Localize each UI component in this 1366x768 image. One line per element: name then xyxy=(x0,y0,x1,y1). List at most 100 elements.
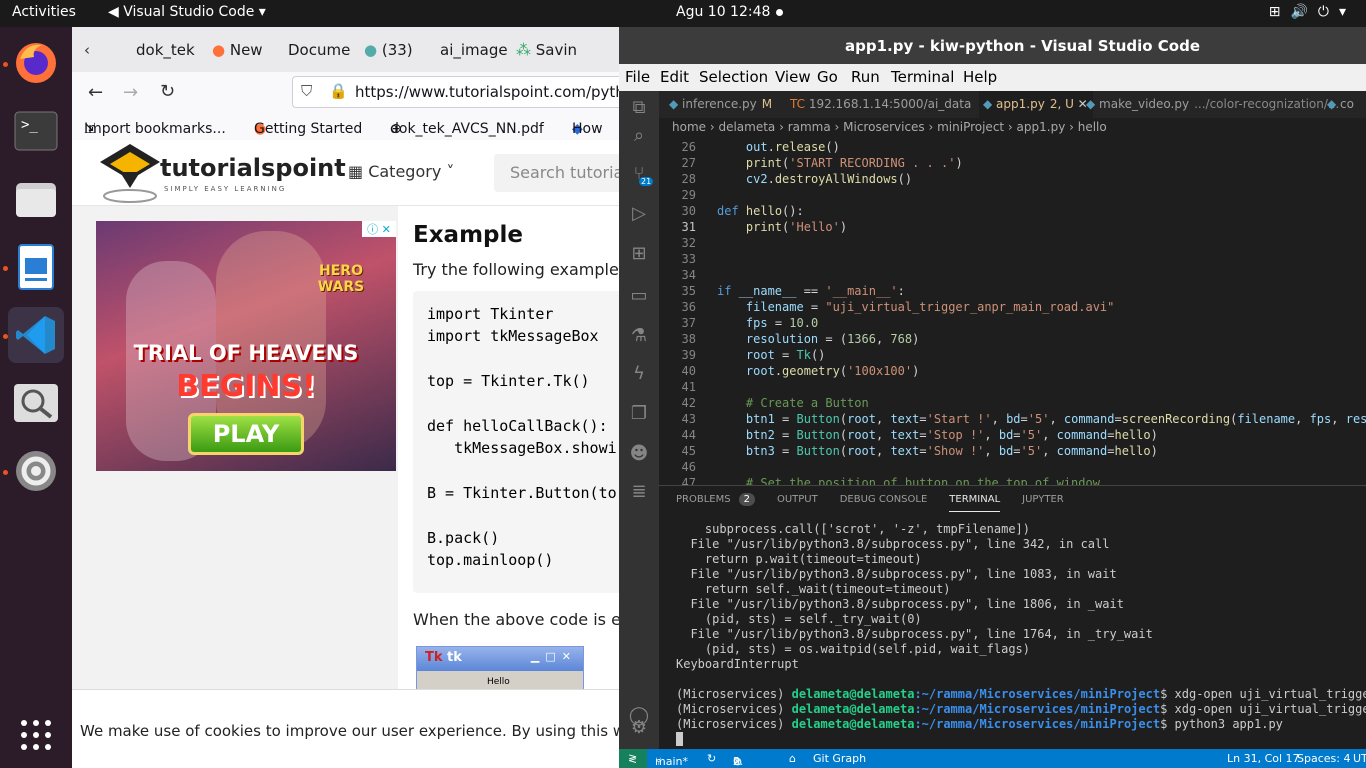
line-number: 30 xyxy=(681,204,696,218)
ad-close-icon[interactable]: ⓘ ✕ xyxy=(362,221,396,237)
screenshot-icon[interactable] xyxy=(8,375,64,431)
chevron-down-icon: ˅ xyxy=(441,162,455,181)
firefox-icon[interactable] xyxy=(8,35,64,91)
forward-arrow-icon[interactable]: → xyxy=(123,82,138,103)
reload-icon[interactable]: ↻ xyxy=(160,81,175,102)
menu-selection[interactable]: Selection xyxy=(699,68,768,86)
menu-terminal[interactable]: Terminal xyxy=(891,68,954,86)
prompt-path: :~/ramma/Microservices/miniProject xyxy=(914,702,1161,716)
app-menu[interactable]: ◀ Visual Studio Code ▾ xyxy=(108,4,266,20)
dock: >_ xyxy=(0,27,72,768)
encoding[interactable]: UT xyxy=(1353,752,1366,765)
line-number: 27 xyxy=(681,156,696,170)
docker-icon[interactable]: ≣ xyxy=(627,481,651,505)
indentation[interactable]: Spaces: 4 xyxy=(1297,752,1350,765)
ad-title: TRIAL OF HEAVENS xyxy=(133,341,359,365)
browser-tab[interactable]: ai_image xyxy=(440,41,508,59)
category-menu[interactable]: ▦ Category ˅ xyxy=(348,162,454,181)
browser-tab[interactable]: Docume xyxy=(288,41,350,59)
terminal-line: (pid, sts) = os.waitpid(self.pid, wait_f… xyxy=(676,642,1031,656)
code-line: print('START RECORDING . . .') xyxy=(745,156,963,170)
thunder-icon[interactable]: ϟ xyxy=(627,363,651,387)
code-line: B = Tkinter.Button(to xyxy=(427,484,617,503)
system-tray[interactable]: ⊞🔊⏻▾ xyxy=(1269,4,1356,20)
source-control-icon[interactable]: ⑂ 21 xyxy=(627,163,654,187)
editor-tab[interactable]: ◆ co xyxy=(1327,91,1354,118)
search-input[interactable]: Search tutorials xyxy=(494,154,620,192)
network-icon: ⊞ xyxy=(1268,4,1291,20)
ad-play-button[interactable]: PLAY xyxy=(188,413,304,455)
terminal-line: File "/usr/lib/python3.8/subprocess.py",… xyxy=(676,627,1153,641)
cursor-position[interactable]: Ln 31, Col 17 xyxy=(1227,752,1300,765)
line-number: 47 xyxy=(681,476,696,485)
cookie-text: We make use of cookies to improve our us… xyxy=(80,722,620,740)
git-graph-button[interactable]: Git Graph xyxy=(813,752,866,765)
lock-icon: 🔒 xyxy=(329,82,348,100)
manage-icon[interactable]: ⚙ xyxy=(627,717,651,741)
menu-edit[interactable]: Edit xyxy=(660,68,689,86)
vscode-icon[interactable] xyxy=(8,307,64,363)
url-bar[interactable]: ⛉ 🔒 https://www.tutorialspoint.com/pytho xyxy=(292,76,620,108)
panel-tabs: PROBLEMS 2 OUTPUT DEBUG CONSOLE TERMINAL JUPY… xyxy=(676,493,1086,512)
apps-grid-icon[interactable] xyxy=(8,707,64,763)
power-icon: ⏻ xyxy=(1317,4,1339,20)
code-editor[interactable]: 26 out.release() 27 print('START RECORDIN… xyxy=(659,136,1366,485)
tab-status: .../color-recognization/... xyxy=(1194,97,1340,111)
explorer-icon[interactable]: ⧉ xyxy=(627,97,651,121)
line-number: 26 xyxy=(681,140,696,154)
tab-scroll-left-icon[interactable]: ‹ xyxy=(84,41,90,59)
menu-help[interactable]: Help xyxy=(963,68,997,86)
browser-tab[interactable]: ● New xyxy=(212,41,263,59)
menu-file[interactable]: File xyxy=(625,68,650,86)
panel-tab-debug-console[interactable]: DEBUG CONSOLE xyxy=(840,494,928,505)
tutorialspoint-logo-icon[interactable] xyxy=(98,142,162,204)
menu-run[interactable]: Run xyxy=(851,68,880,86)
browser-tab[interactable]: ● (33) xyxy=(364,41,413,59)
browser-tab[interactable]: dok_tek xyxy=(136,41,195,59)
terminal-icon[interactable]: >_ xyxy=(8,103,64,159)
line-number: 39 xyxy=(681,348,696,362)
logo-text: tutorialspoint xyxy=(160,154,346,182)
run-debug-icon[interactable]: ▷ xyxy=(627,203,651,227)
menu-view[interactable]: View xyxy=(775,68,811,86)
editor-tab[interactable]: TC 192.168.1.14:5000/ai_data xyxy=(790,91,971,118)
panel-tab-problems[interactable]: PROBLEMS xyxy=(676,494,731,505)
prompt-command: $ xdg-open uji_virtual_trigger_a xyxy=(1160,687,1366,701)
settings-icon[interactable] xyxy=(8,443,64,499)
panel-tab-terminal[interactable]: TERMINAL xyxy=(949,494,1001,512)
window-title: app1.py - kiw-python - Visual Studio Cod… xyxy=(619,27,1366,64)
back-arrow-icon[interactable]: ← xyxy=(88,82,103,103)
sync-icon[interactable]: ↻ xyxy=(707,752,716,765)
prompt-env: (Microservices) xyxy=(676,717,785,731)
files-icon[interactable] xyxy=(8,171,64,227)
advertisement[interactable]: HERO WARS TRIAL OF HEAVENS BEGINS! PLAY … xyxy=(96,221,396,471)
writer-icon[interactable] xyxy=(8,239,64,295)
remote-explorer-icon[interactable]: ▭ xyxy=(627,285,651,309)
panel-tab-jupyter[interactable]: JUPYTER xyxy=(1022,494,1064,505)
activities-button[interactable]: Activities xyxy=(12,4,76,20)
line-number: 36 xyxy=(681,300,696,314)
remote-icon[interactable]: ≷ xyxy=(619,749,647,768)
clock[interactable]: Agu 10 12:48 xyxy=(676,4,770,20)
line-number: 28 xyxy=(681,172,696,186)
copy-icon[interactable]: ❐ xyxy=(627,403,651,427)
breadcrumb[interactable]: home › delameta › ramma › Microservices … xyxy=(659,118,1366,136)
extensions-icon[interactable]: ⊞ xyxy=(627,243,651,267)
panel-tab-output[interactable]: OUTPUT xyxy=(777,494,818,505)
menu-go[interactable]: Go xyxy=(817,68,838,86)
code-line: # Create a Button xyxy=(745,396,869,410)
terminal-output[interactable]: subprocess.call(['scrot', '-z', tmpFilen… xyxy=(676,522,1366,746)
testing-icon[interactable]: ⚗ xyxy=(627,325,651,349)
code-line: print('Hello') xyxy=(745,220,848,234)
prompt-env: (Microservices) xyxy=(676,702,785,716)
editor-tab[interactable]: ◆ make_video.py .../color-recognization/.… xyxy=(1086,91,1339,118)
search-icon[interactable]: ⌕ xyxy=(627,125,651,149)
code-line: def helloCallBack(): xyxy=(427,417,608,435)
terminal-prompt-line: (Microservices) delameta@delameta:~/ramm… xyxy=(676,687,1366,702)
code-block: import Tkinter import tkMessageBox top = T… xyxy=(413,291,620,593)
browser-tab[interactable]: ⁂ Savin xyxy=(516,41,577,59)
alien-icon[interactable]: ☻ xyxy=(627,443,651,467)
editor-tab[interactable]: ◆ app1.py 2, U ✕ xyxy=(979,91,1093,118)
editor-tab[interactable]: ◆ inference.py M xyxy=(669,91,772,118)
home-icon[interactable]: ⌂ xyxy=(789,752,796,765)
